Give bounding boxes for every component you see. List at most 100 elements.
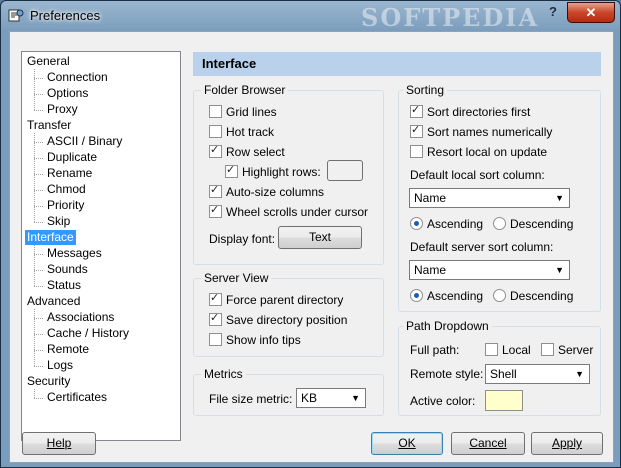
tree-connector [34,222,43,223]
full-path-local-box[interactable] [485,343,498,356]
wheel-scrolls-box[interactable] [209,203,222,218]
local-ascending-radio[interactable]: Ascending [410,217,483,231]
tree-item-rename[interactable]: Rename [45,166,94,181]
tree-item-options[interactable]: Options [45,86,90,101]
row-select-box[interactable] [209,143,222,158]
local-descending-radio[interactable]: Descending [493,217,573,231]
server-descending-label: Descending [510,289,574,303]
show-info-tips-box[interactable] [209,333,222,346]
force-parent-box[interactable] [209,291,222,306]
force-parent-checkbox[interactable]: Force parent directory [209,291,344,307]
tree-item-certificates[interactable]: Certificates [45,390,109,405]
folder-browser-label: Folder Browser [201,83,289,97]
server-sort-value: Name [414,263,447,277]
tree-connector [34,110,43,111]
local-sort-select[interactable]: Name ▼ [409,188,570,208]
title-bar[interactable]: Preferences SOFTPEDIA ? ✕ [1,1,620,32]
highlight-color-button[interactable] [327,160,363,181]
sort-numerically-box[interactable] [410,123,423,138]
tree-item-duplicate[interactable]: Duplicate [45,150,99,165]
local-ascending-dot[interactable] [410,217,423,230]
tree-connector [34,318,43,319]
force-parent-label: Force parent directory [226,293,344,307]
wheel-scrolls-label: Wheel scrolls under cursor [226,205,369,219]
tree-item-security[interactable]: Security [25,374,72,389]
remote-style-label: Remote style: [410,367,484,381]
grid-lines-label: Grid lines [226,105,277,119]
help-button[interactable]: Help [22,432,96,455]
ok-button[interactable]: OK [371,432,443,455]
tree-item-cache-history[interactable]: Cache / History [45,326,131,341]
tree-item-general[interactable]: General [25,54,72,69]
tree-connector [34,245,35,286]
active-color-button[interactable] [485,390,523,411]
tree-item-sounds[interactable]: Sounds [45,262,90,277]
tree-item-transfer[interactable]: Transfer [25,118,73,133]
sort-dirs-first-checkbox[interactable]: Sort directories first [410,103,530,119]
local-sort-label: Default local sort column: [410,168,545,182]
tree-item-messages[interactable]: Messages [45,246,104,261]
tree-item-connection[interactable]: Connection [45,70,110,85]
save-position-box[interactable] [209,311,222,326]
full-path-server-checkbox[interactable]: Server [541,343,593,357]
apply-button[interactable]: Apply [531,432,603,455]
help-titlebar-button[interactable]: ? [541,3,565,20]
tree-item-associations[interactable]: Associations [45,310,116,325]
server-descending-dot[interactable] [493,289,506,302]
category-tree[interactable]: General Connection Options Proxy Transfer ASC… [21,51,181,441]
server-ascending-dot[interactable] [410,289,423,302]
chevron-down-icon: ▼ [575,369,584,379]
tree-item-remote[interactable]: Remote [45,342,91,357]
tree-connector [34,69,35,110]
tree-item-proxy[interactable]: Proxy [45,102,80,117]
tree-connector [34,174,43,175]
tree-connector [34,206,43,207]
tree-item-advanced[interactable]: Advanced [25,294,82,309]
tree-connector [34,389,35,398]
wheel-scrolls-checkbox[interactable]: Wheel scrolls under cursor [209,203,369,219]
tree-item-priority[interactable]: Priority [45,198,86,213]
metrics-label: Metrics [201,367,246,381]
close-button[interactable]: ✕ [567,2,615,23]
grid-lines-box[interactable] [209,105,222,118]
resort-local-checkbox[interactable]: Resort local on update [410,145,547,159]
auto-size-checkbox[interactable]: Auto-size columns [209,183,324,199]
server-ascending-radio[interactable]: Ascending [410,289,483,303]
tree-item-ascii-binary[interactable]: ASCII / Binary [45,134,124,149]
full-path-label: Full path: [410,343,460,357]
tree-connector [34,94,43,95]
server-sort-label: Default server sort column: [410,240,554,254]
row-select-checkbox[interactable]: Row select [209,143,285,159]
tree-connector [34,190,43,191]
tree-item-status[interactable]: Status [45,278,83,293]
server-ascending-label: Ascending [427,289,484,303]
sort-dirs-first-box[interactable] [410,103,423,118]
tree-connector [34,254,43,255]
auto-size-box[interactable] [209,183,222,198]
file-size-metric-select[interactable]: KB ▼ [296,388,366,408]
tree-item-interface[interactable]: Interface [25,230,76,245]
server-sort-select[interactable]: Name ▼ [409,260,570,280]
local-descending-dot[interactable] [493,217,506,230]
remote-style-select[interactable]: Shell ▼ [485,364,590,384]
server-descending-radio[interactable]: Descending [493,289,573,303]
save-position-checkbox[interactable]: Save directory position [209,311,347,327]
section-title: Interface [193,52,601,76]
full-path-local-checkbox[interactable]: Local [485,343,531,357]
cancel-button[interactable]: Cancel [451,432,525,455]
tree-item-logs[interactable]: Logs [45,358,75,373]
tree-item-skip[interactable]: Skip [45,214,72,229]
watermark-logo: SOFTPEDIA [361,3,540,32]
highlight-rows-checkbox[interactable]: Highlight rows: [225,163,321,179]
display-font-button[interactable]: Text [278,226,362,249]
local-descending-label: Descending [510,217,574,231]
resort-local-box[interactable] [410,145,423,158]
grid-lines-checkbox[interactable]: Grid lines [209,105,277,119]
highlight-rows-box[interactable] [225,163,238,178]
full-path-server-box[interactable] [541,343,554,356]
hot-track-checkbox[interactable]: Hot track [209,125,274,139]
tree-item-chmod[interactable]: Chmod [45,182,88,197]
hot-track-box[interactable] [209,125,222,138]
show-info-tips-checkbox[interactable]: Show info tips [209,333,301,347]
sort-numerically-checkbox[interactable]: Sort names numerically [410,123,552,139]
